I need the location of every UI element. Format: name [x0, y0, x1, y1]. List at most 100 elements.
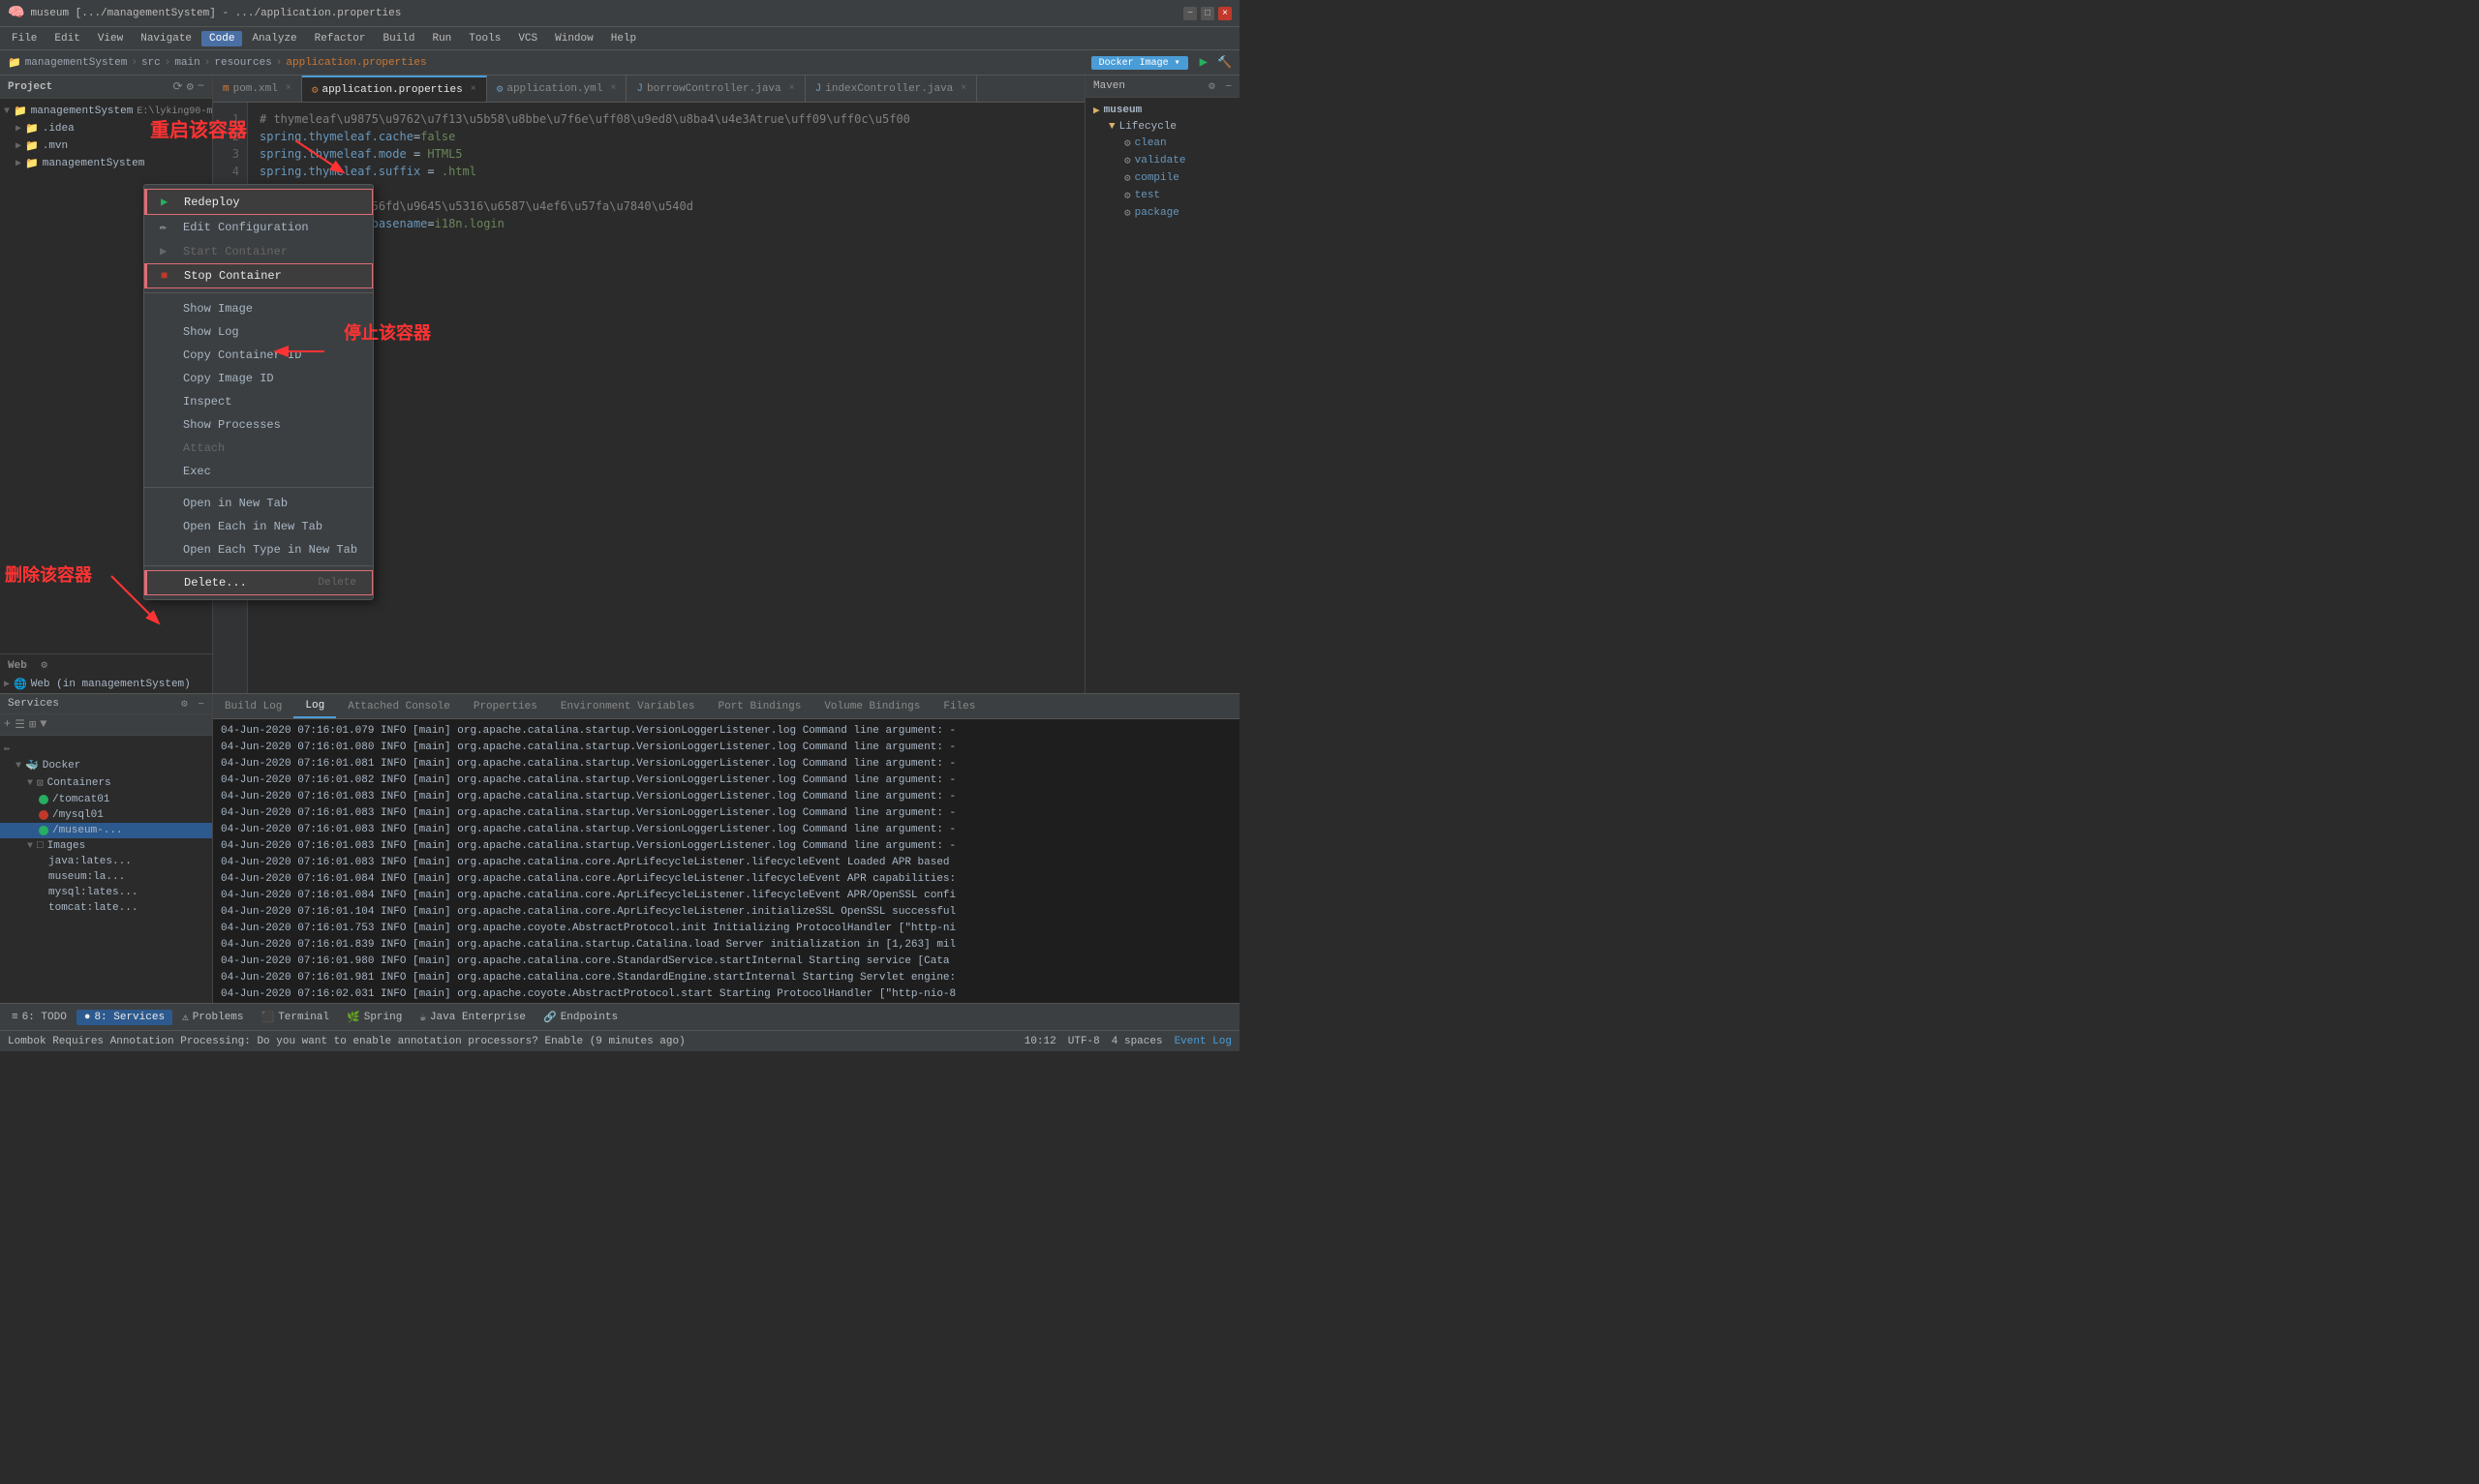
- log-tab-properties[interactable]: Properties: [462, 694, 549, 718]
- menu-build[interactable]: Build: [375, 31, 422, 46]
- tab-application-yml[interactable]: ⚙ application.yml ×: [487, 76, 627, 102]
- toolbar-java-enterprise[interactable]: ☕ Java Enterprise: [412, 1009, 534, 1026]
- breadcrumb-file[interactable]: application.properties: [286, 57, 426, 69]
- ctx-copy-image-id[interactable]: Copy Image ID: [144, 367, 373, 390]
- ctx-stop-container[interactable]: ■ Stop Container: [144, 263, 373, 288]
- svc-img-museum[interactable]: museum:la...: [0, 869, 212, 885]
- maven-clean[interactable]: ⚙ clean: [1101, 135, 1240, 152]
- svc-tomcat01[interactable]: /tomcat01: [0, 792, 212, 807]
- log-tab-ports[interactable]: Port Bindings: [707, 694, 813, 718]
- menu-navigate[interactable]: Navigate: [133, 31, 199, 46]
- tab-borrow-close[interactable]: ×: [789, 83, 795, 94]
- svc-images[interactable]: ▼ □ Images: [0, 838, 212, 854]
- tab-pom-close[interactable]: ×: [286, 83, 291, 94]
- log-tab-console[interactable]: Attached Console: [336, 694, 462, 718]
- toolbar-services[interactable]: ● 8: Services: [77, 1010, 172, 1025]
- tree-management[interactable]: ▶ 📁 managementSystem: [0, 155, 212, 172]
- tree-web[interactable]: ▶ 🌐 Web (in managementSystem): [0, 676, 212, 693]
- ctx-edit-config[interactable]: ✏ Edit Configuration: [144, 215, 373, 239]
- svc-img-java[interactable]: java:lates...: [0, 854, 212, 869]
- ctx-open-new-tab[interactable]: Open in New Tab: [144, 492, 373, 515]
- settings-icon[interactable]: ⚙: [187, 79, 194, 94]
- toolbar-problems[interactable]: ⚠ Problems: [174, 1009, 251, 1026]
- menu-refactor[interactable]: Refactor: [307, 31, 374, 46]
- menu-tools[interactable]: Tools: [461, 31, 508, 46]
- maven-test[interactable]: ⚙ test: [1101, 187, 1240, 204]
- run-button[interactable]: ▶: [1200, 54, 1208, 71]
- services-close-icon[interactable]: −: [198, 699, 204, 711]
- ctx-show-processes[interactable]: Show Processes: [144, 413, 373, 437]
- sync-icon[interactable]: ⟳: [173, 79, 183, 94]
- ctx-redeploy[interactable]: ▶ Redeploy: [144, 189, 373, 215]
- svc-img-mysql[interactable]: mysql:lates...: [0, 885, 212, 900]
- svc-group-icon[interactable]: ⊞: [29, 717, 36, 732]
- maven-package[interactable]: ⚙ package: [1101, 204, 1240, 222]
- svc-docker[interactable]: ▼ 🐳 Docker: [0, 757, 212, 774]
- svc-edit-icon[interactable]: ✏: [4, 743, 11, 755]
- menu-run[interactable]: Run: [424, 31, 459, 46]
- menu-code[interactable]: Code: [201, 31, 242, 46]
- menu-help[interactable]: Help: [603, 31, 644, 46]
- docker-image-dropdown[interactable]: Docker Image ▾: [1091, 56, 1188, 70]
- svc-add-icon[interactable]: +: [4, 717, 11, 732]
- breadcrumb-main[interactable]: main: [174, 57, 199, 69]
- title-bar-controls[interactable]: − □ ×: [1183, 7, 1232, 20]
- close-button[interactable]: ×: [1218, 7, 1232, 20]
- event-log-link[interactable]: Event Log: [1175, 1036, 1232, 1047]
- build-button[interactable]: 🔨: [1217, 55, 1232, 70]
- services-settings-icon[interactable]: ⚙: [181, 699, 188, 711]
- log-tab-env[interactable]: Environment Variables: [549, 694, 707, 718]
- maximize-button[interactable]: □: [1201, 7, 1214, 20]
- toolbar-spring[interactable]: 🌿 Spring: [339, 1009, 410, 1026]
- maven-project-item[interactable]: ▶ museum: [1086, 102, 1240, 119]
- tab-pom[interactable]: m pom.xml ×: [213, 76, 302, 102]
- log-tab-log[interactable]: Log: [293, 694, 336, 718]
- breadcrumb-src[interactable]: src: [141, 57, 161, 69]
- maven-close-icon[interactable]: −: [1225, 81, 1232, 93]
- maven-compile[interactable]: ⚙ compile: [1101, 169, 1240, 187]
- menu-window[interactable]: Window: [547, 31, 601, 46]
- maven-settings-icon[interactable]: ⚙: [1209, 81, 1215, 93]
- ctx-show-image[interactable]: Show Image: [144, 297, 373, 320]
- log-tab-files[interactable]: Files: [932, 694, 987, 718]
- close-panel-icon[interactable]: −: [198, 79, 204, 94]
- ctx-open-each-type[interactable]: Open Each Type in New Tab: [144, 538, 373, 561]
- ctx-open-each-new-tab[interactable]: Open Each in New Tab: [144, 515, 373, 538]
- svc-mysql01[interactable]: /mysql01: [0, 807, 212, 823]
- tab-application-properties[interactable]: ⚙ application.properties ×: [302, 76, 487, 102]
- tab-props-close[interactable]: ×: [471, 84, 476, 95]
- menu-edit[interactable]: Edit: [46, 31, 87, 46]
- menu-file[interactable]: File: [4, 31, 45, 46]
- toolbar-endpoints[interactable]: 🔗 Endpoints: [536, 1009, 626, 1026]
- breadcrumb-project[interactable]: managementSystem: [25, 57, 128, 69]
- ctx-show-log[interactable]: Show Log: [144, 320, 373, 344]
- web-settings[interactable]: ⚙: [41, 660, 47, 672]
- tab-index-close[interactable]: ×: [961, 83, 966, 94]
- svc-filter-icon[interactable]: ▼: [40, 717, 46, 732]
- ctx-inspect[interactable]: Inspect: [144, 390, 373, 413]
- tab-index-controller[interactable]: J indexController.java ×: [806, 76, 978, 102]
- svc-museum[interactable]: /museum-...: [0, 823, 212, 838]
- tab-borrow-controller[interactable]: J borrowController.java ×: [627, 76, 805, 102]
- maven-validate[interactable]: ⚙ validate: [1101, 152, 1240, 169]
- ctx-delete[interactable]: Delete... Delete: [144, 570, 373, 595]
- menu-view[interactable]: View: [90, 31, 131, 46]
- tree-idea[interactable]: ▶ 📁 .idea: [0, 120, 212, 137]
- tree-mvn[interactable]: ▶ 📁 .mvn: [0, 137, 212, 155]
- toolbar-todo[interactable]: ≡ 6: TODO: [4, 1010, 75, 1025]
- minimize-button[interactable]: −: [1183, 7, 1197, 20]
- breadcrumb-resources[interactable]: resources: [214, 57, 271, 69]
- ctx-exec[interactable]: Exec: [144, 460, 373, 483]
- tree-root[interactable]: ▼ 📁 managementSystem E:\lyking90-ma: [0, 103, 212, 120]
- menu-vcs[interactable]: VCS: [510, 31, 545, 46]
- maven-lifecycle-item[interactable]: ▼ Lifecycle: [1101, 119, 1240, 135]
- svc-containers[interactable]: ▼ ⊡ Containers: [0, 774, 212, 792]
- menu-analyze[interactable]: Analyze: [244, 31, 304, 46]
- svc-img-tomcat[interactable]: tomcat:late...: [0, 900, 212, 916]
- log-tab-volumes[interactable]: Volume Bindings: [812, 694, 932, 718]
- toolbar-terminal[interactable]: ⬛ Terminal: [254, 1009, 338, 1026]
- log-tab-build[interactable]: Build Log: [213, 694, 293, 718]
- ctx-copy-container-id[interactable]: Copy Container ID: [144, 344, 373, 367]
- svc-menu-icon[interactable]: ☰: [15, 717, 25, 732]
- tab-yml-close[interactable]: ×: [610, 83, 616, 94]
